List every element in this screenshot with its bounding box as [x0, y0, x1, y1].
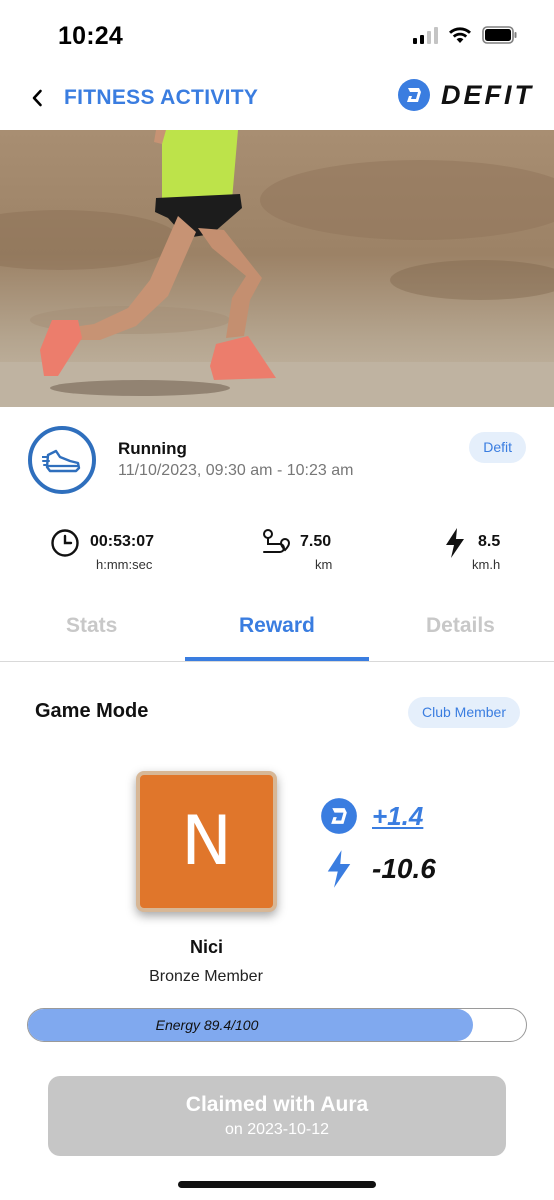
energy-label: Energy 89.4/100: [155, 1017, 259, 1033]
duration-value: 00:53:07: [90, 533, 155, 550]
active-tab-indicator: [185, 657, 369, 661]
page-title: FITNESS ACTIVITY: [64, 86, 259, 109]
energy-progress-bar: Energy 89.4/100: [27, 1008, 527, 1042]
duration-unit: h:mm:sec: [96, 557, 153, 572]
speed-value: 8.5: [478, 533, 501, 550]
avatar-initial: N: [181, 802, 232, 881]
home-indicator: [178, 1181, 376, 1188]
status-time: 10:24: [58, 22, 123, 50]
wifi-icon: [449, 27, 471, 43]
defit-coin-icon: [398, 79, 430, 111]
brand-name: DEFIT: [441, 79, 534, 110]
user-name: Nici: [189, 937, 223, 957]
energy-change-value: -10.6: [372, 853, 436, 884]
route-icon: [263, 529, 291, 553]
claimed-button[interactable]: Claimed with Aura on 2023-10-12: [48, 1076, 506, 1156]
lightning-icon: [446, 528, 464, 558]
coin-reward-row: +1.4: [320, 797, 423, 835]
status-bar: 10:24: [0, 0, 554, 70]
activity-time-range: 11/10/2023, 09:30 am - 10:23 am: [118, 462, 354, 479]
back-button[interactable]: [26, 86, 50, 110]
claim-title: Claimed with Aura: [185, 1093, 369, 1116]
club-member-badge: Club Member: [407, 697, 520, 728]
status-icons: [413, 26, 518, 44]
avatar: N: [136, 771, 277, 912]
activity-metrics: 00:53:07 h:mm:sec 7.50 km 8.5 km.h: [0, 522, 554, 582]
tab-details[interactable]: Details: [426, 614, 495, 638]
tab-reward[interactable]: Reward: [239, 614, 315, 638]
energy-change-row: -10.6: [320, 849, 436, 889]
game-mode-title: Game Mode: [35, 700, 149, 722]
tab-bar: Stats Reward Details: [0, 600, 554, 662]
brand-logo: DEFIT: [397, 78, 534, 112]
activity-type: Running: [118, 439, 187, 458]
metric-distance: 7.50 km: [260, 522, 350, 578]
source-badge: Defit: [469, 432, 526, 463]
coin-reward-link[interactable]: +1.4: [372, 801, 423, 832]
metric-speed: 8.5 km.h: [444, 522, 514, 578]
activity-hero-image: [0, 130, 554, 407]
app-header: FITNESS ACTIVITY DEFIT: [0, 70, 554, 130]
claim-date: on 2023-10-12: [224, 1121, 330, 1138]
running-shoe-icon: [28, 426, 96, 494]
defit-coin-icon: [321, 798, 357, 834]
distance-unit: km: [315, 557, 333, 572]
distance-value: 7.50: [300, 533, 332, 550]
speed-unit: km.h: [472, 557, 501, 572]
clock-icon: [51, 529, 79, 557]
tab-stats[interactable]: Stats: [66, 614, 117, 638]
battery-icon: [482, 26, 517, 44]
energy-lightning-icon: [327, 850, 351, 888]
user-tier: Bronze Member: [149, 968, 263, 985]
activity-summary: Running 11/10/2023, 09:30 am - 10:23 am …: [0, 420, 554, 500]
metric-duration: 00:53:07 h:mm:sec: [50, 522, 170, 578]
cellular-signal-icon: [413, 26, 438, 44]
